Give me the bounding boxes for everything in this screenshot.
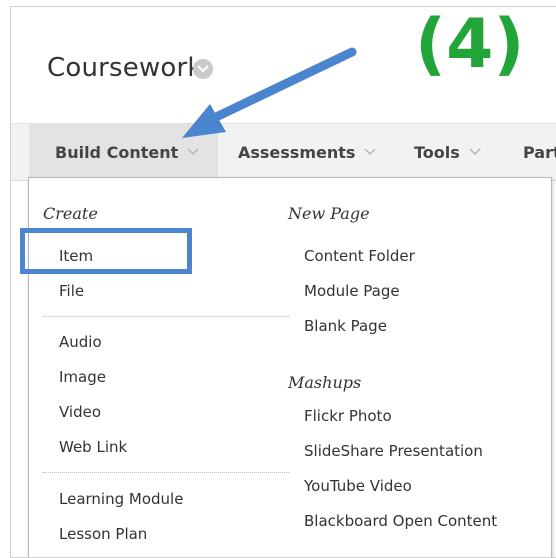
pointer-arrow-icon [182,47,357,138]
